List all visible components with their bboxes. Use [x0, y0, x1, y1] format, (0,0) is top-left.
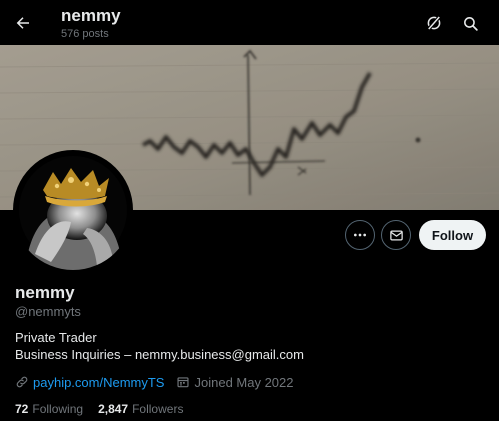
more-icon: [354, 233, 366, 237]
join-date: Joined May 2022: [176, 374, 294, 390]
calendar-icon: [176, 375, 190, 389]
follow-button[interactable]: Follow: [419, 220, 486, 250]
join-date-text: Joined May 2022: [194, 374, 294, 390]
search-icon: [463, 16, 478, 31]
link-icon: [15, 375, 29, 389]
following-label: Following: [32, 402, 84, 416]
bio-line-2: Business Inquiries – nemmy.business@gmai…: [15, 347, 304, 362]
back-button[interactable]: [10, 10, 36, 36]
profile-handle: @nemmyts: [15, 304, 81, 319]
envelope-icon: [389, 230, 403, 240]
search-button[interactable]: [458, 11, 482, 35]
arrow-left-icon: [16, 17, 29, 29]
posts-count: 576 posts: [61, 28, 109, 40]
followers-count: 2,847: [98, 402, 129, 416]
following-count: 72: [15, 402, 29, 416]
followers-label: Followers: [132, 402, 184, 416]
profile-stats: 72 Following 2,847 Followers: [15, 402, 183, 416]
grok-icon: [426, 15, 442, 31]
avatar[interactable]: [13, 150, 133, 270]
header-title: nemmy: [61, 6, 121, 25]
grok-button[interactable]: [422, 11, 446, 35]
message-button[interactable]: [381, 220, 411, 250]
followers-stat[interactable]: 2,847 Followers: [98, 402, 183, 416]
profile-name: nemmy: [15, 283, 75, 302]
bio-line-1: Private Trader: [15, 330, 97, 345]
top-bar: nemmy 576 posts: [0, 0, 499, 45]
profile-link[interactable]: payhip.com/NemmyTS: [33, 375, 164, 390]
following-stat[interactable]: 72 Following: [15, 402, 83, 416]
more-button[interactable]: [345, 220, 375, 250]
profile-meta: payhip.com/NemmyTS Joined May 2022: [15, 373, 294, 391]
